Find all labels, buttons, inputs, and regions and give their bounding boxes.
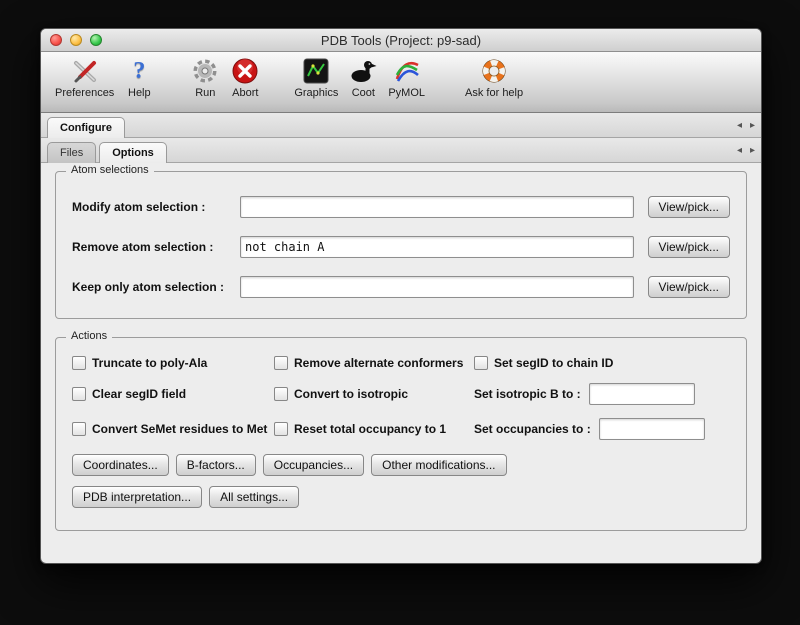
checkbox-clear-segid-field[interactable]: Clear segID field <box>72 383 270 405</box>
coot-bird-icon <box>348 56 378 86</box>
scroll-left-icon[interactable]: ◂ <box>737 120 742 131</box>
checkbox-icon <box>274 387 288 401</box>
actions-group: Actions Truncate to poly-Ala Remove alte… <box>55 337 747 531</box>
checkbox-convert-semet-to-met[interactable]: Convert SeMet residues to Met <box>72 418 270 440</box>
tab-files[interactable]: Files <box>47 142 96 163</box>
tab-label: Files <box>60 147 83 159</box>
keep-only-atom-selection-row: Keep only atom selection : View/pick... <box>72 276 730 298</box>
checkbox-icon <box>474 356 488 370</box>
main-tab-bar: Configure ◂ ▸ <box>41 113 761 138</box>
title-bar: PDB Tools (Project: p9-sad) <box>41 29 761 52</box>
window-title: PDB Tools (Project: p9-sad) <box>41 33 761 48</box>
pymol-ribbon-icon <box>392 56 422 86</box>
actions-button-row-1: Coordinates... B-factors... Occupancies.… <box>72 454 730 476</box>
coordinates-button[interactable]: Coordinates... <box>72 454 169 476</box>
actions-button-row-2: PDB interpretation... All settings... <box>72 486 730 508</box>
app-window: PDB Tools (Project: p9-sad) Preferences … <box>40 28 762 564</box>
checkbox-label: Convert SeMet residues to Met <box>92 422 267 436</box>
main-tab-scroll-arrows: ◂ ▸ <box>737 113 755 137</box>
modify-atom-selection-input[interactable] <box>240 196 634 218</box>
scroll-right-icon[interactable]: ▸ <box>750 145 755 156</box>
graphics-icon <box>301 56 331 86</box>
options-panel: Atom selections Modify atom selection : … <box>41 163 761 564</box>
toolbar-button-preferences[interactable]: Preferences <box>55 56 114 99</box>
remove-atom-selection-label: Remove atom selection : <box>72 240 240 254</box>
checkbox-label: Clear segID field <box>92 387 186 401</box>
checkbox-reset-total-occupancy[interactable]: Reset total occupancy to 1 <box>274 418 470 440</box>
occupancies-button[interactable]: Occupancies... <box>263 454 364 476</box>
sub-tab-scroll-arrows: ◂ ▸ <box>737 138 755 162</box>
checkbox-icon <box>72 356 86 370</box>
modify-atom-selection-label: Modify atom selection : <box>72 200 240 214</box>
all-settings-button[interactable]: All settings... <box>209 486 299 508</box>
toolbar-label: Coot <box>352 87 375 99</box>
atom-selections-group: Atom selections Modify atom selection : … <box>55 171 747 319</box>
toolbar-label: PyMOL <box>388 87 425 99</box>
toolbar-button-help[interactable]: ? Help <box>124 56 154 99</box>
set-occupancies-label: Set occupancies to : <box>474 422 591 436</box>
group-title: Actions <box>66 330 112 342</box>
checkbox-icon <box>274 356 288 370</box>
keep-only-atom-selection-input[interactable] <box>240 276 634 298</box>
remove-atom-selection-row: Remove atom selection : View/pick... <box>72 236 730 258</box>
toolbar-label: Ask for help <box>465 87 523 99</box>
toolbar-label: Abort <box>232 87 258 99</box>
toolbar-button-coot[interactable]: Coot <box>348 56 378 99</box>
tab-options[interactable]: Options <box>99 142 167 163</box>
set-isotropic-b-label: Set isotropic B to : <box>474 387 581 401</box>
set-occupancies-row: Set occupancies to : <box>474 418 730 440</box>
help-question-icon: ? <box>124 56 154 86</box>
checkbox-label: Reset total occupancy to 1 <box>294 422 446 436</box>
checkbox-remove-alternate-conformers[interactable]: Remove alternate conformers <box>274 356 470 370</box>
remove-atom-selection-input[interactable] <box>240 236 634 258</box>
checkbox-label: Convert to isotropic <box>294 387 408 401</box>
tab-label: Configure <box>60 122 112 134</box>
remove-view-pick-button[interactable]: View/pick... <box>648 236 730 258</box>
tab-configure[interactable]: Configure <box>47 117 125 138</box>
checkbox-label: Set segID to chain ID <box>494 356 613 370</box>
toolbar-button-graphics[interactable]: Graphics <box>294 56 338 99</box>
modify-view-pick-button[interactable]: View/pick... <box>648 196 730 218</box>
checkbox-icon <box>274 422 288 436</box>
abort-x-icon <box>230 56 260 86</box>
pdb-interpretation-button[interactable]: PDB interpretation... <box>72 486 202 508</box>
empty-space <box>55 549 747 564</box>
sub-tab-bar: Files Options ◂ ▸ <box>41 138 761 163</box>
other-modifications-button[interactable]: Other modifications... <box>371 454 506 476</box>
toolbar-label: Preferences <box>55 87 114 99</box>
toolbar-button-pymol[interactable]: PyMOL <box>388 56 425 99</box>
toolbar: Preferences ? Help Run <box>41 52 761 113</box>
lifebuoy-icon <box>479 56 509 86</box>
gear-icon <box>190 56 220 86</box>
toolbar-label: Graphics <box>294 87 338 99</box>
b-factors-button[interactable]: B-factors... <box>176 454 256 476</box>
set-occupancies-input[interactable] <box>599 418 705 440</box>
toolbar-label: Help <box>128 87 151 99</box>
checkbox-convert-to-isotropic[interactable]: Convert to isotropic <box>274 383 470 405</box>
checkbox-icon <box>72 387 86 401</box>
toolbar-button-ask-for-help[interactable]: Ask for help <box>465 56 523 99</box>
keep-view-pick-button[interactable]: View/pick... <box>648 276 730 298</box>
set-isotropic-b-input[interactable] <box>589 383 695 405</box>
checkbox-icon <box>72 422 86 436</box>
checkbox-set-segid-to-chain-id[interactable]: Set segID to chain ID <box>474 356 730 370</box>
checkbox-label: Truncate to poly-Ala <box>92 356 207 370</box>
set-isotropic-b-row: Set isotropic B to : <box>474 383 730 405</box>
preferences-tools-icon <box>70 56 100 86</box>
toolbar-button-run[interactable]: Run <box>190 56 220 99</box>
toolbar-button-abort[interactable]: Abort <box>230 56 260 99</box>
tab-label: Options <box>112 147 154 159</box>
checkbox-truncate-poly-ala[interactable]: Truncate to poly-Ala <box>72 356 270 370</box>
checkbox-label: Remove alternate conformers <box>294 356 463 370</box>
toolbar-label: Run <box>195 87 215 99</box>
modify-atom-selection-row: Modify atom selection : View/pick... <box>72 196 730 218</box>
desktop: { "window": { "title": "PDB Tools (Proje… <box>0 0 800 625</box>
actions-grid: Truncate to poly-Ala Remove alternate co… <box>72 356 730 440</box>
scroll-right-icon[interactable]: ▸ <box>750 120 755 131</box>
keep-only-atom-selection-label: Keep only atom selection : <box>72 280 240 294</box>
scroll-left-icon[interactable]: ◂ <box>737 145 742 156</box>
group-title: Atom selections <box>66 164 154 176</box>
